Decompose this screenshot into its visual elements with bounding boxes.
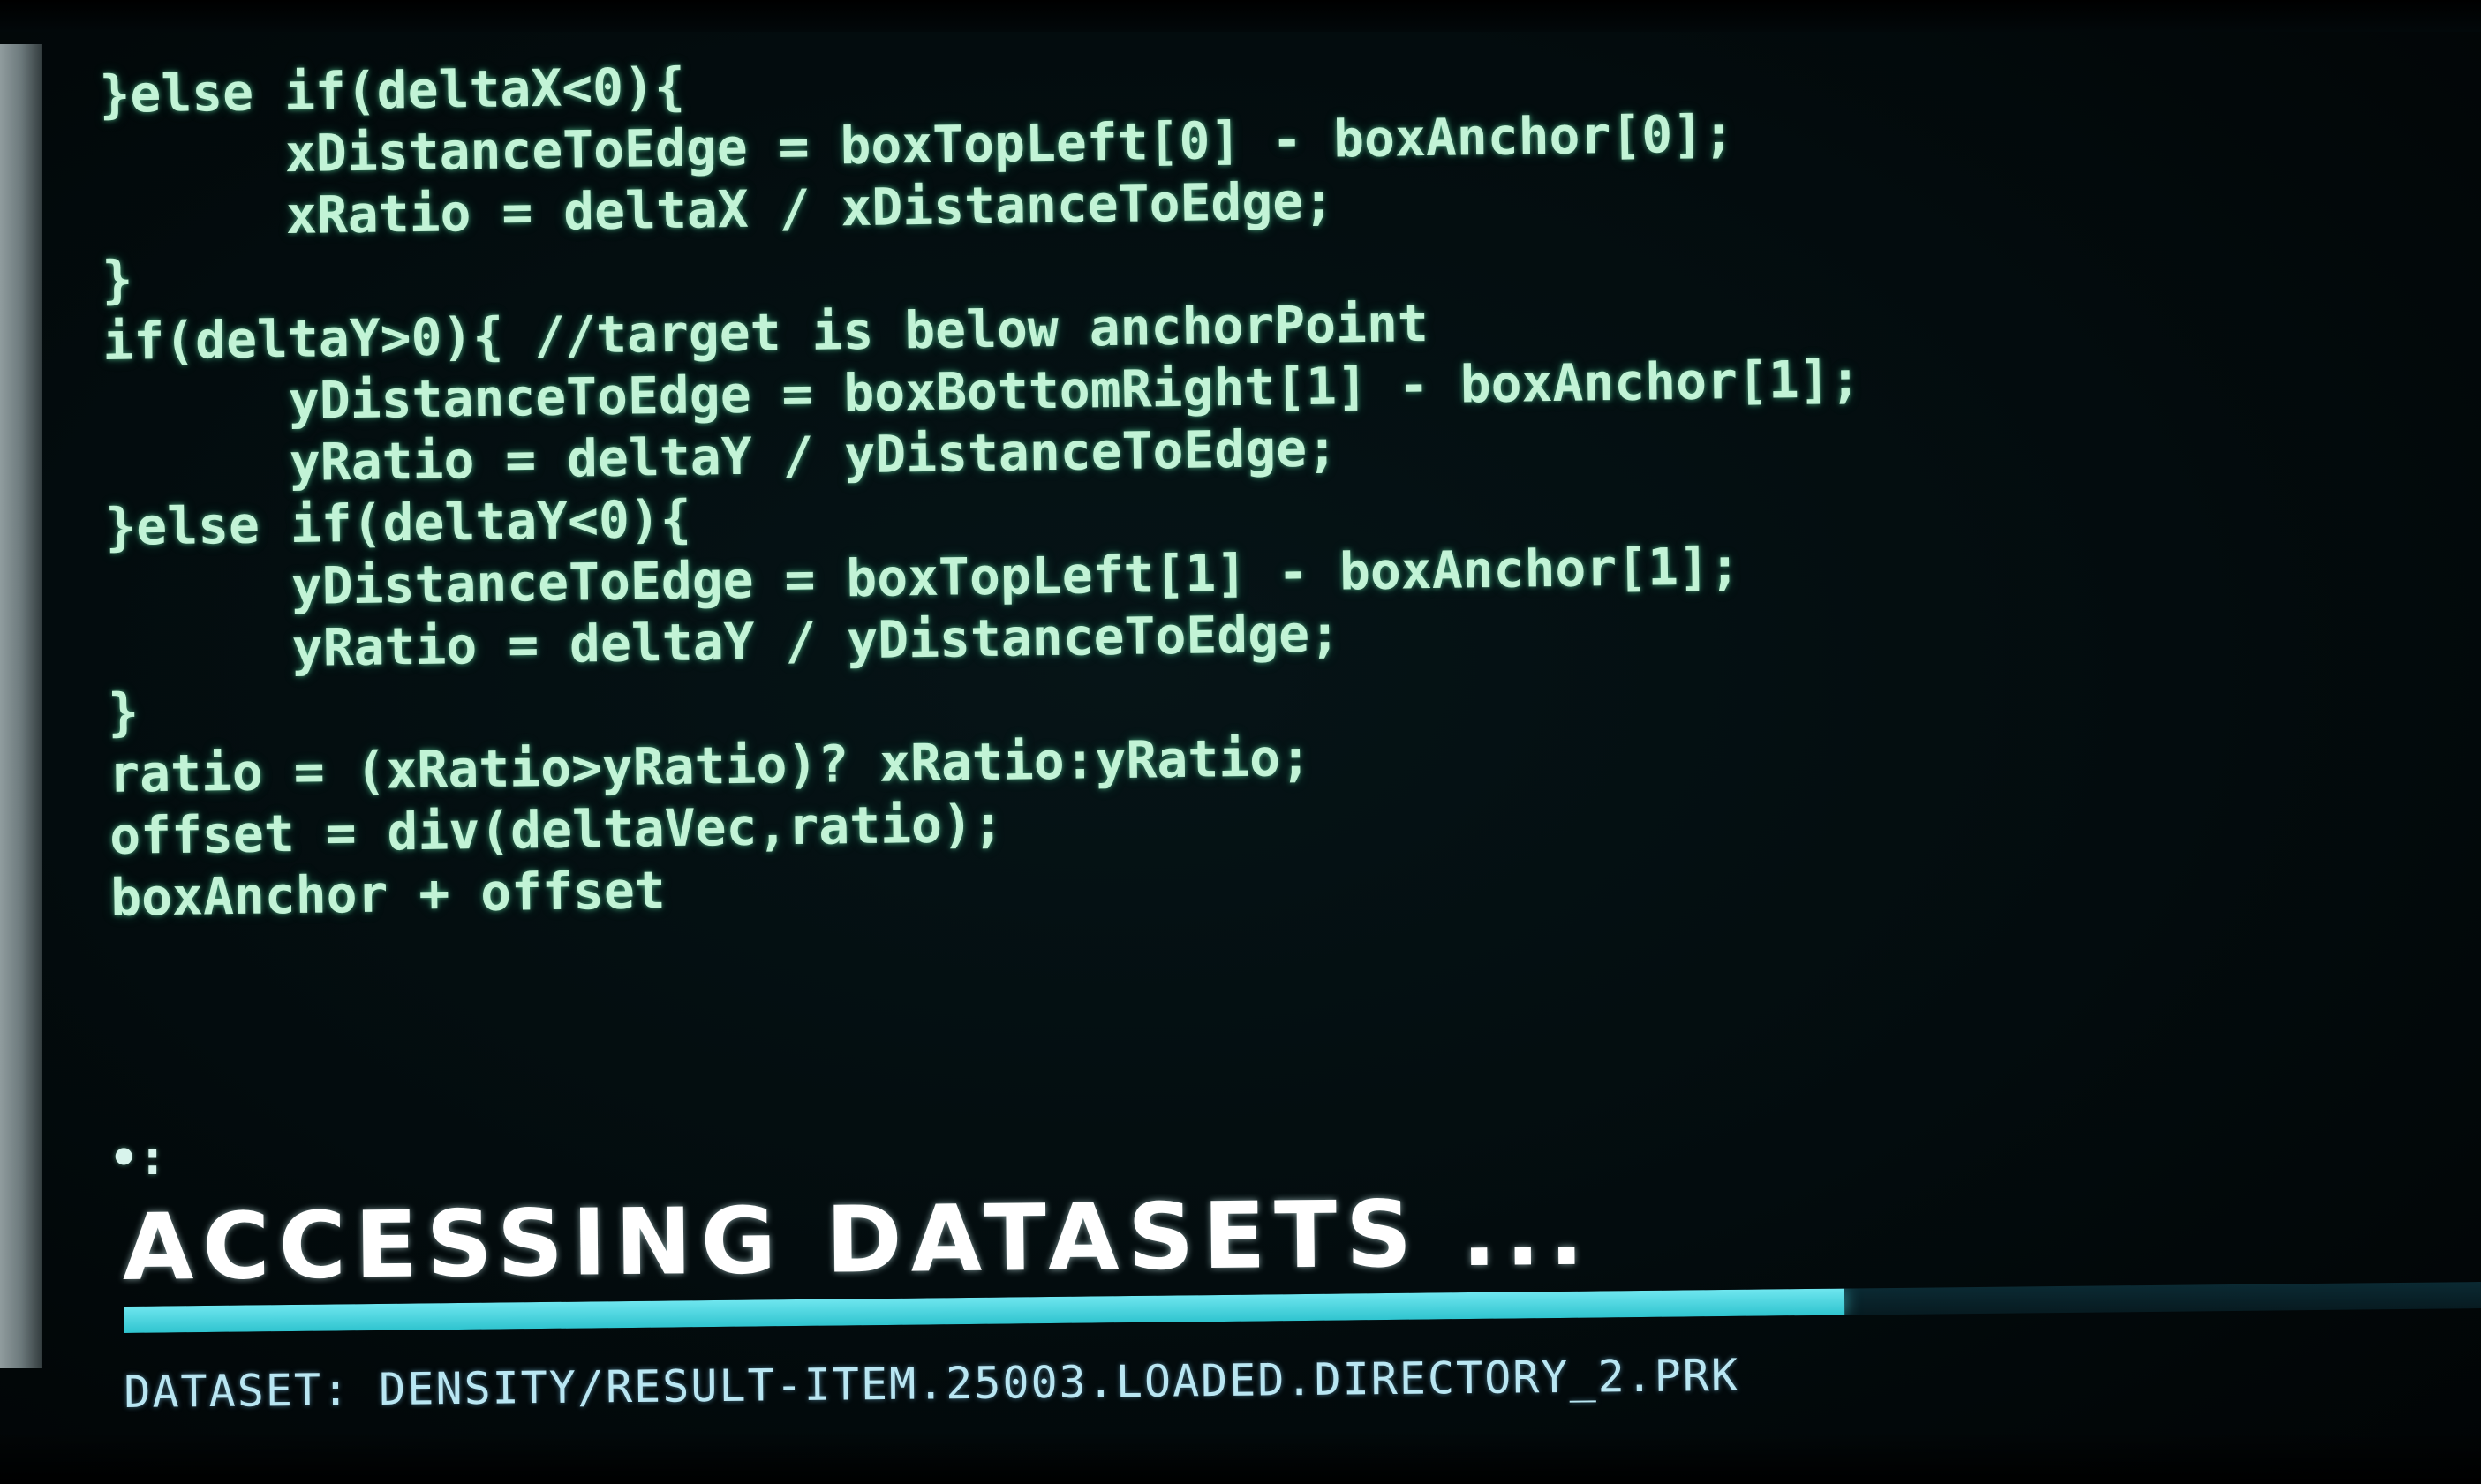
- prompt-cursor: •:: [109, 1130, 168, 1186]
- code-block: }else if(deltaX<0){ xDistanceToEdge = bo…: [99, 39, 1868, 929]
- terminal-screen: }else if(deltaX<0){ xDistanceToEdge = bo…: [0, 0, 2481, 1484]
- monitor-bezel-top: [0, 0, 2481, 32]
- monitor-bezel-bottom: [0, 1431, 2481, 1484]
- monitor-bezel-left: [0, 44, 42, 1368]
- status-heading: ACCESSING DATASETS ...: [122, 1178, 1594, 1301]
- dataset-path-label: DATASET: DENSITY/RESULT-ITEM.25003.LOADE…: [124, 1349, 1740, 1418]
